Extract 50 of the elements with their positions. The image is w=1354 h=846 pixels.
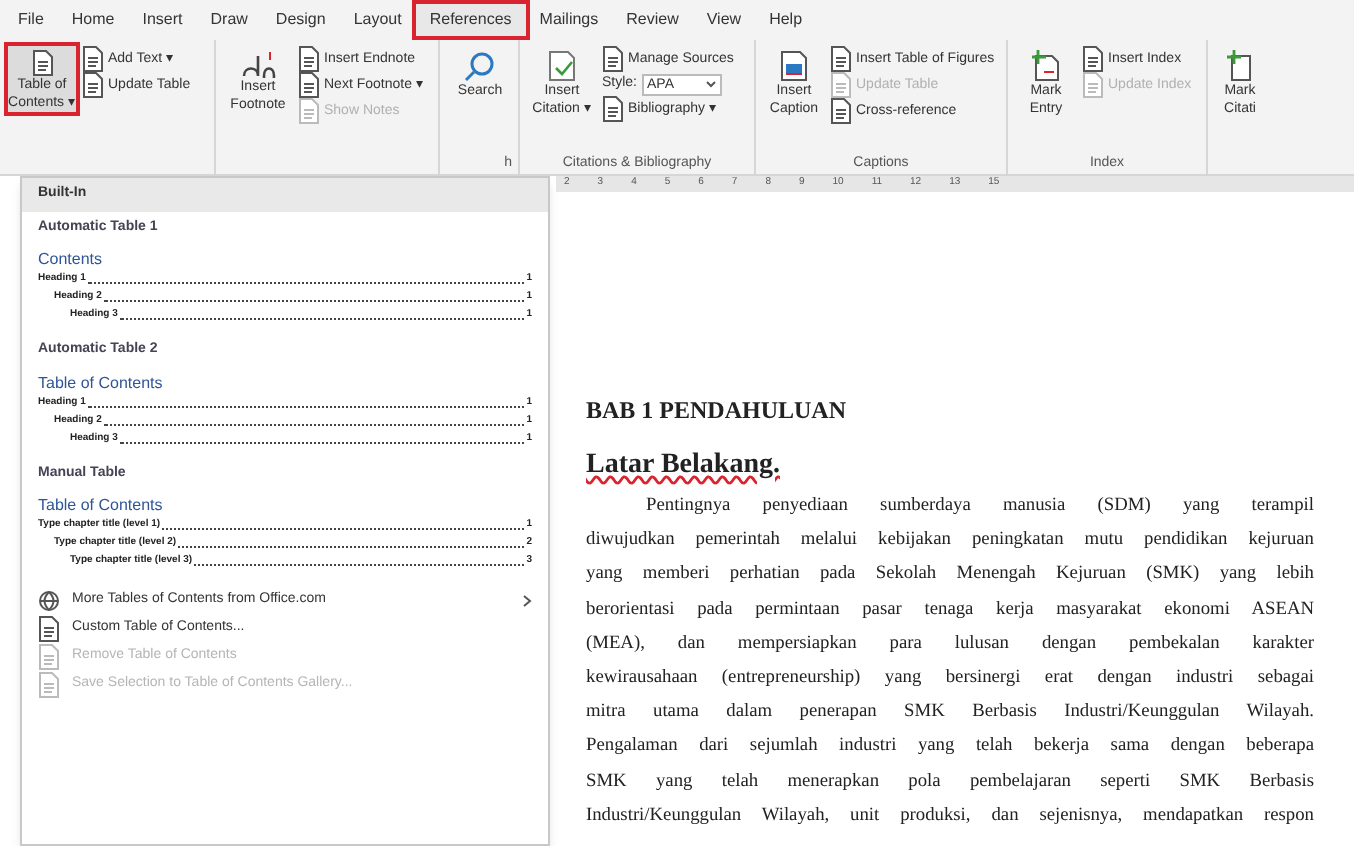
document-icon xyxy=(38,671,60,697)
toc-title: Contents xyxy=(38,250,105,270)
search-icon xyxy=(464,50,496,82)
ribbon-tab[interactable]: Review xyxy=(612,4,693,36)
page-icon xyxy=(602,96,624,122)
ribbon-tab[interactable]: Home xyxy=(57,4,129,36)
ribbon-tab[interactable]: Mailings xyxy=(525,4,613,36)
caption-icon xyxy=(780,50,808,82)
paragraph-line: Pentingnya penyediaan sumberdaya manusia (SDM) yang terampil xyxy=(644,494,1314,520)
ribbon-tab[interactable]: Insert xyxy=(128,4,197,36)
toc-title: Table of Contents xyxy=(38,496,165,516)
page-icon xyxy=(830,72,852,98)
page-icon xyxy=(82,46,104,72)
ribbon-tab[interactable]: Help xyxy=(755,4,817,36)
ribbon-tab[interactable]: Design xyxy=(261,4,340,36)
page-icon xyxy=(1082,72,1104,98)
paragraph-line: SMK yang telah menerapkan pola pembelajaran seperti SMK Berbasis xyxy=(586,769,1314,796)
globe-icon xyxy=(38,589,60,611)
ribbon-tab[interactable]: File xyxy=(4,4,58,36)
paragraph-line: mitra utama dalam penerapan SMK Berbasis Industri/Keunggulan Wilayah. xyxy=(586,700,1314,727)
ribbon-tab[interactable]: View xyxy=(692,4,756,36)
document-icon xyxy=(38,615,60,641)
paragraph-line: Pengalaman dari sejumlah industri yang telah bekerja sama dengan beberapa xyxy=(586,734,1314,761)
ribbon-tab[interactable]: Layout xyxy=(339,4,416,36)
citation-icon xyxy=(546,50,578,82)
ribbon-tab[interactable]: References xyxy=(415,4,526,36)
page-icon xyxy=(298,72,320,98)
page-icon xyxy=(1082,46,1104,72)
chapter-title: BAB 1 PENDAHULUAN xyxy=(586,394,849,428)
section-heading: Latar Belakang. xyxy=(586,448,780,484)
paragraph-line: yang memberi perhatian pada Sekolah Menengah Kejuruan (SMK) yang lebih xyxy=(586,562,1314,589)
page-icon xyxy=(298,98,320,124)
mark-citation-icon xyxy=(1224,50,1256,82)
paragraph-line: (MEA), dan mempersiapkan para lulusan dengan pembekalan karakter xyxy=(586,631,1314,658)
page-icon xyxy=(830,98,852,124)
document-icon xyxy=(38,643,60,669)
toc-title: Table of Contents xyxy=(38,373,165,393)
mark-entry-icon xyxy=(1030,50,1062,82)
page-icon xyxy=(82,72,104,98)
caret-icon xyxy=(705,80,716,88)
page-icon xyxy=(298,46,320,72)
paragraph-line: berorientasi pada permintaan pasar tenaga kerja masyarakat ekonomi ASEAN xyxy=(586,597,1314,624)
paragraph-line: diwujudkan pemerintah melalui kebijakan peningkatan mutu pendidikan kejuruan xyxy=(586,528,1314,555)
page-icon xyxy=(602,46,624,72)
ribbon-tab[interactable]: Draw xyxy=(196,4,262,36)
page-icon xyxy=(830,46,852,72)
footnote-icon xyxy=(240,50,276,78)
paragraph-line: Industri/Keunggulan Wilayah, unit produksi, dan sejenisnya, mendapatkan respon xyxy=(586,803,1314,830)
toc-icon xyxy=(31,50,53,76)
paragraph-line: kewirausahaan (entrepreneurship) yang bersinergi erat dengan industri sebagai xyxy=(586,666,1314,693)
